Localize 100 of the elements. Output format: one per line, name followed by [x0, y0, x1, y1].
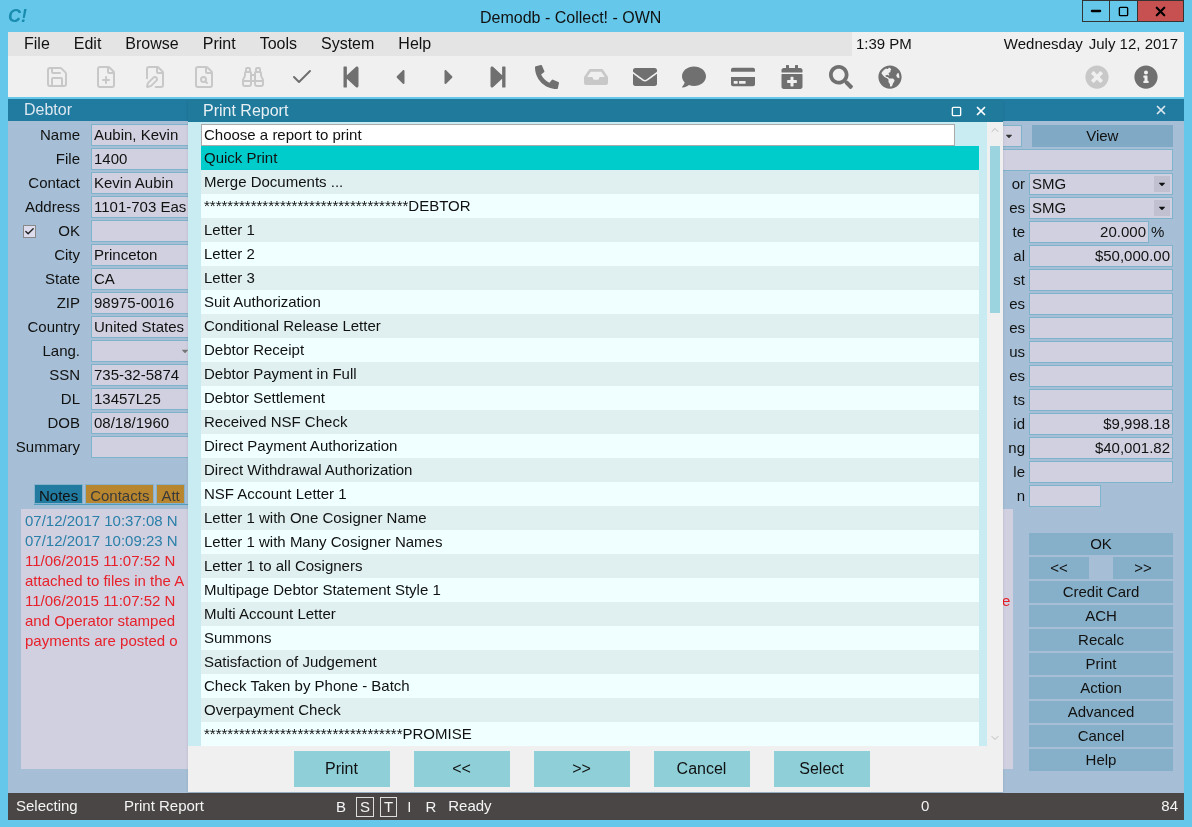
- action-button[interactable]: >>: [1113, 557, 1173, 579]
- report-item[interactable]: Received NSF Check: [201, 410, 979, 434]
- status-text: Ready: [448, 796, 492, 817]
- action-button[interactable]: <<: [1029, 557, 1089, 579]
- dialog-button[interactable]: Select: [773, 751, 870, 787]
- text-field[interactable]: [1029, 341, 1173, 363]
- scrollbar-thumb[interactable]: [990, 146, 1000, 313]
- flag-label: I: [406, 796, 413, 817]
- report-item[interactable]: Multipage Debtor Statement Style 1: [201, 578, 979, 602]
- action-button[interactable]: Action: [1029, 677, 1173, 699]
- action-button[interactable]: Advanced: [1029, 701, 1173, 723]
- report-item[interactable]: Quick Print: [201, 146, 979, 170]
- dialog-button[interactable]: Cancel: [653, 751, 750, 787]
- report-item[interactable]: Satisfaction of Judgement: [201, 650, 979, 674]
- close-icon[interactable]: [974, 104, 988, 118]
- tab[interactable]: Contacts: [85, 484, 155, 504]
- text-field[interactable]: [1029, 317, 1173, 339]
- report-item[interactable]: Letter 1 with Many Cosigner Names: [201, 530, 979, 554]
- field-label: Country: [27, 316, 80, 337]
- report-item[interactable]: Letter 1: [201, 218, 979, 242]
- text-field[interactable]: $50,000.00: [1029, 245, 1173, 267]
- dialog-button[interactable]: >>: [533, 751, 630, 787]
- tab[interactable]: Notes: [34, 484, 84, 504]
- report-item[interactable]: Merge Documents ...: [201, 170, 979, 194]
- tab[interactable]: Att: [156, 484, 185, 504]
- phone-icon[interactable]: [534, 64, 559, 89]
- report-item[interactable]: Suit Authorization: [201, 290, 979, 314]
- text-field[interactable]: $40,001.82: [1029, 437, 1173, 459]
- field-label: id: [1013, 413, 1025, 434]
- globe-icon[interactable]: [877, 64, 902, 89]
- field-label: es: [1009, 293, 1025, 314]
- report-item[interactable]: Letter 2: [201, 242, 979, 266]
- report-item[interactable]: ***********************************DEBTOR: [201, 194, 979, 218]
- maximize-icon[interactable]: [951, 105, 962, 117]
- unit-label: %: [1151, 221, 1165, 242]
- dropdown-field[interactable]: SMG: [1029, 173, 1173, 195]
- text-field[interactable]: [1029, 269, 1173, 291]
- report-item[interactable]: Check Taken by Phone - Batch: [201, 674, 979, 698]
- text-field[interactable]: [1029, 389, 1173, 411]
- checkbox[interactable]: [23, 224, 37, 238]
- report-item[interactable]: Debtor Payment in Full: [201, 362, 979, 386]
- text-field[interactable]: [1029, 461, 1173, 483]
- note-line: 11/06/2015 11:07:52 N: [25, 550, 176, 571]
- report-item[interactable]: Summons: [201, 626, 979, 650]
- dialog-button[interactable]: Print: [293, 751, 390, 787]
- report-item[interactable]: NSF Account Letter 1: [201, 482, 979, 506]
- report-item[interactable]: Overpayment Check: [201, 698, 979, 722]
- report-item[interactable]: Debtor Receipt: [201, 338, 979, 362]
- text-field[interactable]: 20.000: [1029, 221, 1149, 243]
- dialog-button[interactable]: <<: [413, 751, 510, 787]
- report-item[interactable]: Conditional Release Letter: [201, 314, 979, 338]
- menu-item[interactable]: File: [24, 32, 50, 56]
- menu-item[interactable]: Tools: [259, 32, 297, 56]
- field-label: te: [1012, 221, 1025, 242]
- field-label: ts: [1013, 389, 1025, 410]
- action-button[interactable]: Recalc: [1029, 629, 1173, 651]
- action-button[interactable]: Cancel: [1029, 725, 1173, 747]
- action-button[interactable]: Print: [1029, 653, 1173, 675]
- action-button[interactable]: Credit Card: [1029, 581, 1173, 603]
- close-icon[interactable]: [1154, 103, 1168, 117]
- report-item[interactable]: Letter 1 to all Cosigners: [201, 554, 979, 578]
- field-label: DL: [60, 388, 80, 409]
- status-total: 84: [1161, 796, 1178, 817]
- field-label: Address: [24, 196, 80, 217]
- minimize-button[interactable]: [1082, 0, 1110, 22]
- scrollbar[interactable]: [987, 122, 1003, 746]
- clock-time: 1:39 PM: [856, 33, 912, 54]
- report-item[interactable]: Debtor Settlement: [201, 386, 979, 410]
- window-title: Demodb - Collect! - OWN: [480, 8, 662, 28]
- field-label: or: [1011, 173, 1025, 194]
- report-item[interactable]: Direct Payment Authorization: [201, 434, 979, 458]
- speech-bubble-icon[interactable]: [681, 64, 706, 89]
- text-field[interactable]: [1029, 293, 1173, 315]
- dropdown-field[interactable]: SMG: [1029, 197, 1173, 219]
- action-button[interactable]: ACH: [1029, 605, 1173, 627]
- action-button[interactable]: OK: [1029, 533, 1173, 555]
- view-button[interactable]: View: [1031, 125, 1173, 147]
- status-text: Selecting: [16, 796, 79, 817]
- menu-item[interactable]: Help: [398, 32, 432, 56]
- menu-item[interactable]: Browse: [125, 32, 179, 56]
- calendar-plus-icon[interactable]: [779, 64, 804, 89]
- text-field[interactable]: [1029, 485, 1101, 507]
- action-button[interactable]: Help: [1029, 749, 1173, 771]
- field-label: al: [1013, 245, 1025, 266]
- search-icon[interactable]: [828, 64, 853, 89]
- report-item[interactable]: Multi Account Letter: [201, 602, 979, 626]
- info-icon[interactable]: [1133, 64, 1158, 89]
- text-field[interactable]: $9,998.18: [1029, 413, 1173, 435]
- menu-item[interactable]: Edit: [73, 32, 102, 56]
- report-item[interactable]: **********************************PROMISE: [201, 722, 979, 746]
- report-item[interactable]: Letter 1 with One Cosigner Name: [201, 506, 979, 530]
- menu-item[interactable]: System: [321, 32, 375, 56]
- report-combo[interactable]: Choose a report to print: [201, 124, 955, 146]
- text-field[interactable]: [1029, 365, 1173, 387]
- field-label: Name: [40, 124, 80, 145]
- menu-item[interactable]: Print: [202, 32, 236, 56]
- field-label: ng: [1008, 437, 1025, 458]
- report-item[interactable]: Letter 3: [201, 266, 979, 290]
- close-button[interactable]: [1138, 0, 1184, 22]
- report-item[interactable]: Direct Withdrawal Authorization: [201, 458, 979, 482]
